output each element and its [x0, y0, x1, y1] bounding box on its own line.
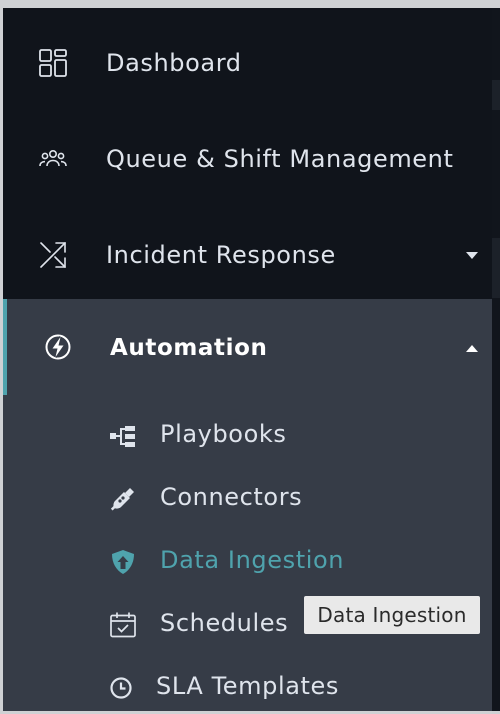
sub-item-label: Schedules: [160, 609, 289, 637]
chevron-up-icon[interactable]: [466, 345, 478, 352]
nav-item-automation[interactable]: Automation: [3, 299, 492, 395]
content-edge-block: [492, 80, 500, 110]
sub-item-sla-templates[interactable]: SLA Templates: [3, 659, 492, 711]
playbook-tree-icon: [109, 422, 137, 450]
sub-item-data-ingestion[interactable]: Data Ingestion: [3, 533, 492, 591]
content-edge-block: [492, 238, 500, 298]
shuffle-arrows-icon: [38, 240, 68, 270]
chevron-down-icon[interactable]: [466, 251, 478, 259]
sub-item-connectors[interactable]: Connectors: [3, 470, 492, 528]
sub-item-label: Playbooks: [160, 420, 287, 448]
dashboard-grid-icon: [38, 48, 68, 78]
calendar-check-icon: [109, 611, 137, 639]
nav-item-queue-shift-management[interactable]: Queue & Shift Management: [3, 111, 492, 207]
nav-item-incident-response[interactable]: Incident Response: [3, 207, 492, 303]
nav-item-dashboard[interactable]: Dashboard: [3, 15, 492, 111]
upload-shield-icon: [109, 548, 137, 576]
sub-item-label: SLA Templates: [156, 672, 340, 700]
sub-item-label: Connectors: [160, 483, 303, 511]
content-edge: [492, 8, 500, 711]
nav-item-label: Automation: [110, 335, 268, 361]
bolt-circle-icon: [43, 332, 73, 362]
nav-item-label: Dashboard: [106, 49, 242, 77]
plug-icon: [109, 485, 137, 513]
tooltip: Data Ingestion: [304, 596, 480, 634]
sub-item-playbooks[interactable]: Playbooks: [3, 407, 492, 465]
team-icon: [38, 144, 68, 174]
automation-section: Automation Playbooks Connectors Data Ing…: [3, 299, 492, 711]
nav-item-label: Queue & Shift Management: [106, 145, 454, 173]
nav-item-label: Incident Response: [106, 241, 336, 269]
sub-item-label: Data Ingestion: [160, 546, 345, 574]
clock-icon: [107, 674, 135, 702]
